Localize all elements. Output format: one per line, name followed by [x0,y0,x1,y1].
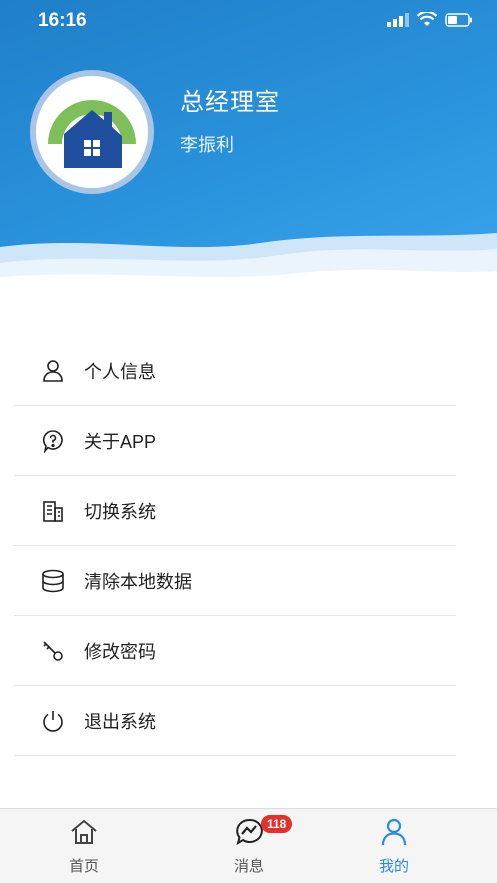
menu-label: 退出系统 [84,711,156,732]
tab-messages[interactable]: 118 消息 [189,809,309,883]
menu-item-personal-info[interactable]: 个人信息 [14,336,456,406]
status-time: 16:16 [38,10,87,31]
status-bar: 16:16 [0,0,497,40]
tab-label: 首页 [68,858,99,875]
menu-label: 关于APP [84,431,157,452]
key-icon [40,638,66,664]
settings-menu: 个人信息 关于APP 切换系统 清除本地数据 修改密码 退出系统 [14,336,456,756]
user-name: 李振利 [180,135,234,155]
department-title: 总经理室 [180,89,280,116]
person-icon [40,358,66,384]
wave-decoration [0,233,497,300]
menu-item-logout[interactable]: 退出系统 [14,686,456,756]
database-icon [40,568,66,594]
power-icon [40,708,66,734]
menu-item-change-password[interactable]: 修改密码 [14,616,456,686]
bottom-tab-bar: 首页 118 消息 我的 [0,808,497,883]
question-icon [40,428,66,454]
menu-item-clear-local-data[interactable]: 清除本地数据 [14,546,456,616]
home-icon [68,817,100,847]
message-icon: 118 [233,815,293,847]
signal-icon [387,12,409,32]
menu-label: 个人信息 [84,361,156,382]
profile-icon [378,817,410,847]
company-logo-avatar [30,70,154,194]
tab-home[interactable]: 首页 [24,809,144,883]
tab-label: 消息 [233,858,264,875]
tab-label: 我的 [378,858,409,875]
wifi-icon [416,10,438,32]
menu-label: 切换系统 [84,501,156,522]
menu-item-about-app[interactable]: 关于APP [14,406,456,476]
menu-label: 修改密码 [84,641,156,662]
menu-item-switch-system[interactable]: 切换系统 [14,476,456,546]
message-count-badge: 118 [261,815,293,833]
menu-label: 清除本地数据 [84,571,192,592]
house-logo-icon [48,100,136,168]
battery-icon [445,12,473,32]
building-icon [40,498,66,524]
tab-profile[interactable]: 我的 [334,809,454,883]
